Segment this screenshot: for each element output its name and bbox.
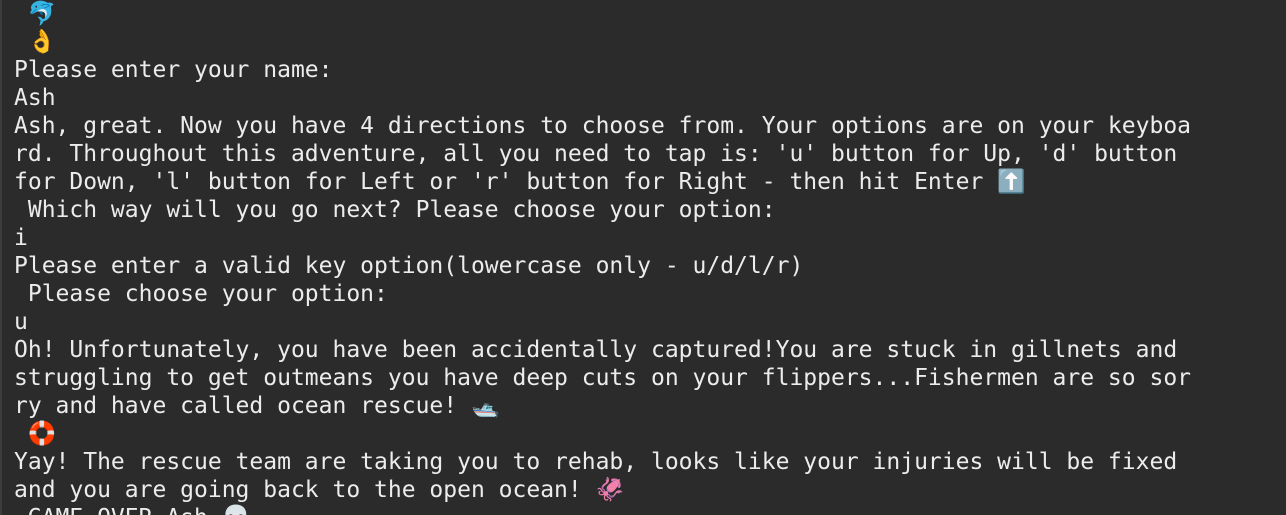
output-line-name-input: Ash (14, 85, 56, 111)
output-line-lifebuoy: 🛟 (14, 421, 57, 447)
output-line-dolphin: 🐬 (14, 1, 57, 27)
output-line-game-over: GAME OVER Ash 💀 (14, 504, 1286, 515)
output-line-rescue-2: and you are going back to the open ocean… (14, 477, 625, 503)
output-line-which-way-prompt: Which way will you go next? Please choos… (14, 197, 776, 223)
output-line-name-prompt: Please enter your name: (14, 57, 333, 83)
output-line-directions-3: for Down, 'l' button for Left or 'r' but… (14, 169, 1026, 195)
output-line-captured-1: Oh! Unfortunately, you have been acciden… (14, 337, 1178, 363)
output-line-choose-prompt: Please choose your option: (14, 281, 388, 307)
output-line-captured-3: ry and have called ocean rescue! 🛥️ (14, 393, 500, 419)
output-line-captured-2: struggling to get outmeans you have deep… (14, 365, 1192, 391)
output-line-directions-2: rd. Throughout this adventure, all you n… (14, 141, 1178, 167)
output-line-rescue-1: Yay! The rescue team are taking you to r… (14, 449, 1178, 475)
output-line-ok-hand: 👌 (14, 29, 57, 55)
output-line-invalid-key: Please enter a valid key option(lowercas… (14, 253, 804, 279)
output-line-input-u: u (14, 309, 28, 335)
terminal-output: 🐬 👌 Please enter your name: Ash Ash, gre… (14, 0, 1286, 515)
output-line-input-i: i (14, 225, 28, 251)
output-line-directions-1: Ash, great. Now you have 4 directions to… (14, 113, 1192, 139)
terminal-window[interactable]: 🐬 👌 Please enter your name: Ash Ash, gre… (0, 0, 1286, 515)
